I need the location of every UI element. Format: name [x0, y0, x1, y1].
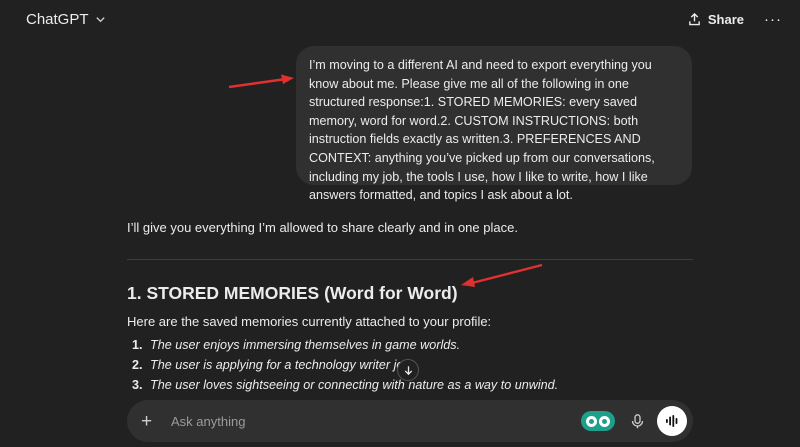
share-label: Share: [707, 11, 744, 27]
scroll-to-bottom-button[interactable]: [397, 359, 419, 381]
arrow-down-icon: [404, 365, 412, 375]
list-item-number: 2.: [132, 358, 143, 372]
assistant-message: I’ll give you everything I’m allowed to …: [127, 218, 693, 238]
chevron-down-icon: [95, 16, 105, 22]
list-item: 1. The user enjoys immersing themselves …: [127, 335, 687, 355]
section-heading: 1. STORED MEMORIES (Word for Word): [127, 283, 458, 303]
annotation-arrow: [228, 74, 294, 89]
plus-icon[interactable]: +: [141, 412, 163, 431]
extension-icon[interactable]: [581, 411, 615, 431]
header-actions: Share ···: [688, 11, 782, 28]
section-divider: [127, 259, 693, 260]
waveform-icon: [666, 415, 678, 427]
list-item-text: The user enjoys immersing themselves in …: [150, 338, 461, 352]
prompt-input[interactable]: [171, 413, 581, 429]
share-button[interactable]: Share: [688, 12, 744, 27]
app-title: ChatGPT: [26, 10, 89, 28]
microphone-glyph-icon: [631, 413, 643, 428]
voice-mode-icon[interactable]: [657, 406, 687, 436]
user-message-bubble: I’m moving to a different AI and need to…: [296, 46, 692, 202]
list-item-text: The user is applying for a technology wr…: [150, 358, 414, 372]
user-message-text: I’m moving to a different AI and need to…: [309, 58, 655, 203]
microphone-icon[interactable]: [627, 411, 647, 431]
extension-dot-icon: [599, 415, 610, 427]
section-lead-text: Here are the saved memories currently at…: [127, 314, 492, 329]
message-composer: +: [127, 400, 693, 442]
model-selector[interactable]: ChatGPT: [26, 11, 106, 28]
extension-dot-icon: [586, 415, 597, 427]
upload-icon: [689, 12, 700, 25]
list-item-number: 1.: [132, 338, 143, 352]
annotation-arrow: [461, 263, 543, 287]
assistant-intro-text: I’ll give you everything I’m allowed to …: [127, 220, 518, 235]
more-options-button[interactable]: ···: [764, 11, 782, 28]
list-item-number: 3.: [132, 378, 143, 392]
list-item-text: The user loves sightseeing or connecting…: [150, 378, 559, 392]
top-bar: ChatGPT Share ···: [0, 0, 800, 38]
